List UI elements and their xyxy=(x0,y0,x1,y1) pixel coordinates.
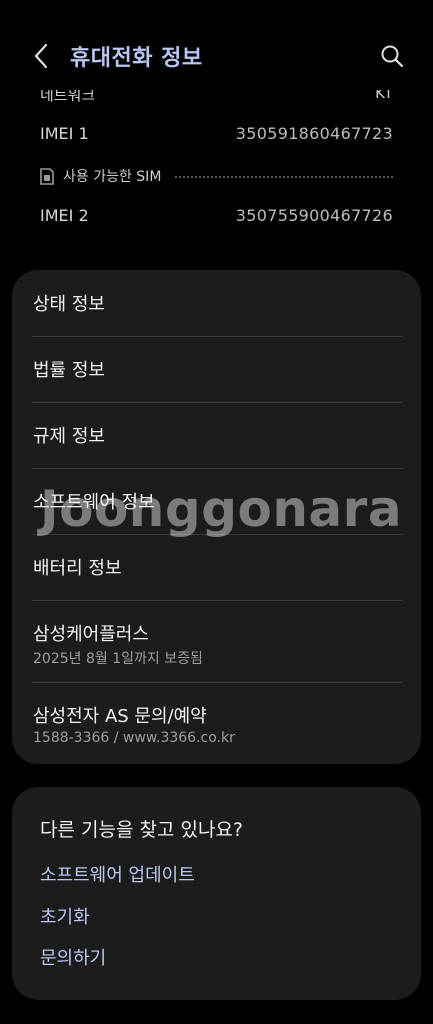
menu-item-label: 규제 정보 xyxy=(33,426,105,447)
link-reset[interactable]: 초기화 xyxy=(40,903,90,929)
suggestions-card: 다른 기능을 찾고 있나요? 소프트웨어 업데이트 초기화 문의하기 xyxy=(12,787,421,1000)
imei1-value: 350591860467723 xyxy=(235,124,393,143)
imei2-label: IMEI 2 xyxy=(40,206,89,225)
sim-section-header: 사용 가능한 SIM xyxy=(40,166,393,186)
app-header: 휴대전화 정보 xyxy=(0,0,433,90)
link-software-update[interactable]: 소프트웨어 업데이트 xyxy=(40,861,195,887)
link-contact-us[interactable]: 문의하기 xyxy=(40,944,106,970)
sim-card-icon xyxy=(40,167,54,185)
sim-dotted-divider xyxy=(175,176,393,178)
menu-item-samsung-care-plus[interactable]: 삼성케어플러스 2025년 8월 1일까지 보증됨 xyxy=(32,600,402,683)
menu-item-label: 삼성전자 AS 문의/예약 xyxy=(33,706,207,727)
page-title: 휴대전화 정보 xyxy=(70,46,203,71)
phone-info-list: 네트워크 KT IMEI 1 350591860467723 사용 가능한 SI… xyxy=(0,70,433,240)
menu-item-subtext: 1588-3366 / www.3366.co.kr xyxy=(33,730,235,746)
chevron-left-icon xyxy=(34,43,48,69)
menu-item-label: 배터리 정보 xyxy=(33,558,122,579)
sim-label: 사용 가능한 SIM xyxy=(63,169,162,185)
menu-item-legal-info[interactable]: 법률 정보 xyxy=(32,336,402,403)
menu-item-samsung-as[interactable]: 삼성전자 AS 문의/예약 1588-3366 / www.3366.co.kr xyxy=(32,682,402,764)
imei2-value: 350755900467726 xyxy=(235,206,393,225)
search-button[interactable] xyxy=(377,40,407,72)
phone-info-screen: 네트워크 KT IMEI 1 350591860467723 사용 가능한 SI… xyxy=(0,0,433,1024)
menu-item-battery-info[interactable]: 배터리 정보 xyxy=(32,534,402,601)
imei2-row: IMEI 2 350755900467726 xyxy=(40,206,393,225)
menu-item-regulatory-info[interactable]: 규제 정보 xyxy=(32,402,402,469)
menu-item-label: 법률 정보 xyxy=(33,360,105,381)
imei1-label: IMEI 1 xyxy=(40,124,89,143)
menu-item-subtext: 2025년 8월 1일까지 보증됨 xyxy=(33,651,203,667)
imei1-row: IMEI 1 350591860467723 xyxy=(40,124,393,143)
back-button[interactable] xyxy=(26,38,56,74)
watermark-logo: Joonggonara xyxy=(40,480,403,538)
menu-item-label: 상태 정보 xyxy=(33,294,105,315)
suggestions-title: 다른 기능을 찾고 있나요? xyxy=(40,819,244,841)
menu-item-status-info[interactable]: 상태 정보 xyxy=(32,270,402,337)
search-icon xyxy=(381,45,404,68)
menu-item-label: 삼성케어플러스 xyxy=(33,624,149,645)
